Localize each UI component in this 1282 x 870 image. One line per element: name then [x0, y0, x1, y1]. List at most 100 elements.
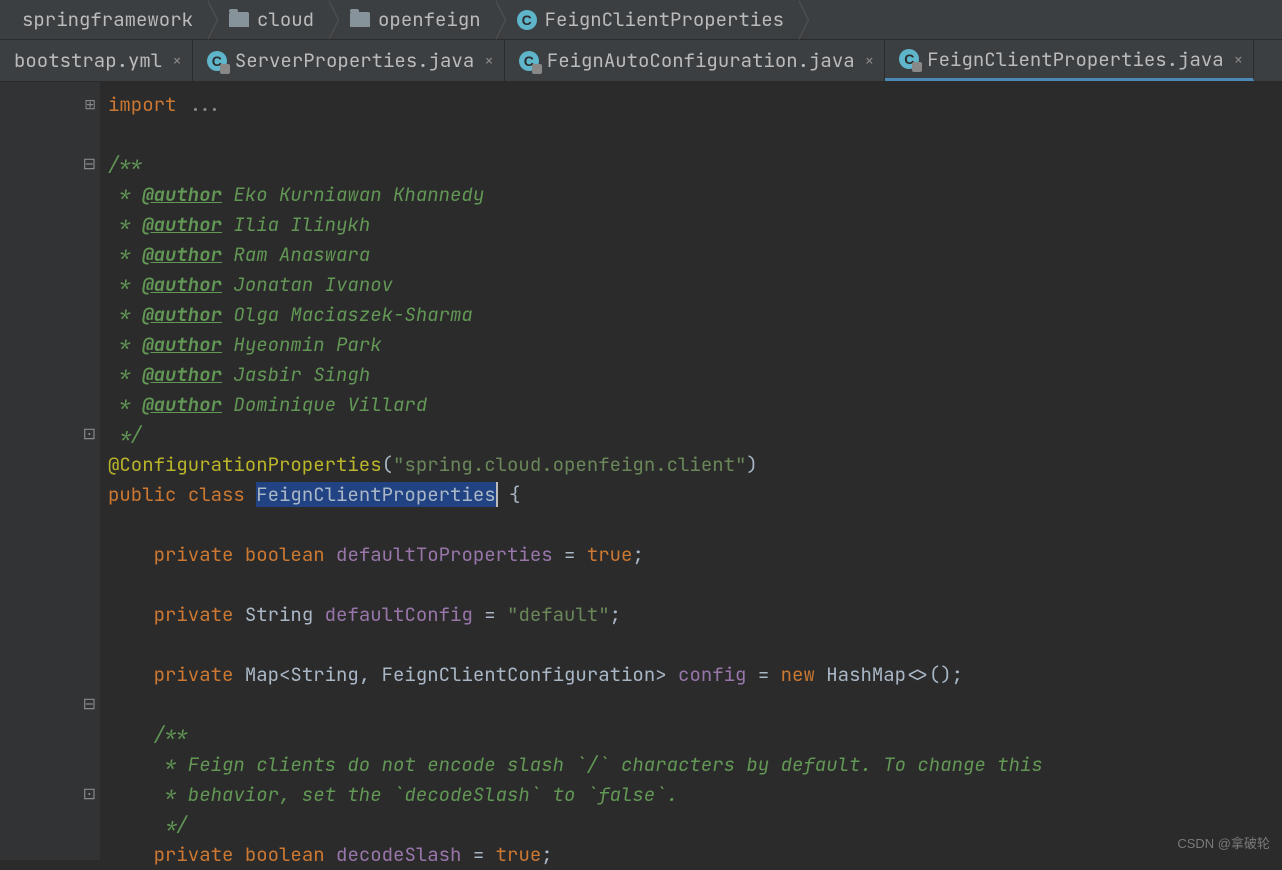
- keyword-boolean: boolean: [245, 542, 325, 567]
- field-name: defaultConfig: [325, 602, 473, 627]
- author-name: Ram Anaswara: [233, 242, 370, 267]
- lock-icon: [220, 64, 230, 74]
- lock-icon: [532, 64, 542, 74]
- javadoc-line: * Feign clients do not encode slash `/` …: [154, 752, 1043, 777]
- tab-label: bootstrap.yml: [14, 48, 162, 73]
- lock-icon: [912, 62, 922, 72]
- author-tag: @author: [142, 212, 222, 237]
- string-literal: "default": [507, 602, 610, 627]
- annotation-value: "spring.cloud.openfeign.client": [393, 452, 746, 477]
- keyword-import: import: [108, 92, 176, 117]
- breadcrumb-item-cloud[interactable]: cloud: [207, 0, 328, 39]
- author-name: Dominique Villard: [233, 392, 427, 417]
- author-name: Ilia Ilinykh: [233, 212, 370, 237]
- eq: =: [473, 602, 507, 627]
- fold-icon[interactable]: ⊟: [83, 690, 96, 720]
- semicolon: ;: [610, 602, 621, 627]
- breadcrumb-label: cloud: [257, 7, 314, 32]
- brace: {: [498, 482, 521, 507]
- type-map: Map<String, FeignClientConfiguration>: [245, 662, 667, 687]
- author-tag: @author: [142, 332, 222, 357]
- keyword-private: private: [154, 662, 234, 687]
- field-name: config: [678, 662, 746, 687]
- javadoc-open: /**: [154, 722, 188, 747]
- tab-label: ServerProperties.java: [235, 48, 474, 73]
- javadoc-star: *: [108, 362, 142, 387]
- fold-icon[interactable]: ⊟: [83, 150, 96, 180]
- javadoc-star: *: [108, 242, 142, 267]
- author-tag: @author: [142, 392, 222, 417]
- keyword-new: new: [781, 662, 815, 687]
- eq: =: [553, 542, 587, 567]
- author-tag: @author: [142, 302, 222, 327]
- breadcrumb-item-openfeign[interactable]: openfeign: [328, 0, 495, 39]
- keyword-private: private: [154, 542, 234, 567]
- class-icon: C: [207, 51, 227, 71]
- tab-bootstrap[interactable]: bootstrap.yml ×: [0, 40, 193, 81]
- author-name: Jonatan Ivanov: [233, 272, 393, 297]
- watermark: CSDN @拿破轮: [1177, 833, 1270, 852]
- close-icon[interactable]: ×: [865, 50, 875, 71]
- field-name: decodeSlash: [336, 842, 461, 867]
- tab-label: FeignClientProperties.java: [927, 47, 1223, 72]
- close-icon[interactable]: ×: [172, 50, 182, 71]
- tab-label: FeignAutoConfiguration.java: [547, 48, 855, 73]
- type-string: String: [245, 602, 313, 627]
- javadoc-close: */: [108, 422, 142, 447]
- javadoc-open: /**: [108, 152, 142, 177]
- fold-icon[interactable]: ⊡: [83, 420, 96, 450]
- javadoc-star: *: [108, 212, 142, 237]
- author-tag: @author: [142, 272, 222, 297]
- javadoc-close: */: [154, 812, 188, 837]
- eq: =: [461, 842, 495, 867]
- breadcrumb-label: FeignClientProperties: [545, 7, 784, 32]
- breadcrumb-label: springframework: [22, 7, 193, 32]
- code-area[interactable]: import ... /** * @author Eko Kurniawan K…: [100, 82, 1282, 860]
- breadcrumb-item-springframework[interactable]: springframework: [0, 0, 207, 39]
- semicolon: ;: [632, 542, 643, 567]
- editor: ⊞ ⊟ ⊡ ⊟ ⊡ import ... /** * @author Eko K…: [0, 82, 1282, 860]
- fold-icon[interactable]: ⊡: [83, 780, 96, 810]
- eq: =: [746, 662, 780, 687]
- breadcrumb-label: openfeign: [378, 7, 481, 32]
- javadoc-star: *: [108, 182, 142, 207]
- literal: true: [496, 842, 542, 867]
- author-name: Eko Kurniawan Khannedy: [233, 182, 484, 207]
- literal: true: [587, 542, 633, 567]
- javadoc-star: *: [108, 332, 142, 357]
- expand-icon[interactable]: ⊞: [84, 90, 96, 120]
- author-name: Hyeonmin Park: [233, 332, 381, 357]
- class-icon: C: [517, 10, 537, 30]
- close-icon[interactable]: ×: [484, 50, 494, 71]
- type-hashmap: HashMap<>(): [826, 662, 951, 687]
- keyword-boolean: boolean: [245, 842, 325, 867]
- ellipsis: ...: [188, 92, 222, 117]
- annotation: @ConfigurationProperties: [108, 452, 382, 477]
- tab-feignautoconfig[interactable]: C FeignAutoConfiguration.java ×: [505, 40, 885, 81]
- keyword-class: class: [188, 482, 245, 507]
- javadoc-star: *: [108, 392, 142, 417]
- keyword-private: private: [154, 602, 234, 627]
- class-icon: C: [899, 49, 919, 69]
- javadoc-star: *: [108, 302, 142, 327]
- javadoc-line: * behavior, set the `decodeSlash` to `fa…: [154, 782, 678, 807]
- keyword-private: private: [154, 842, 234, 867]
- class-name-selected: FeignClientProperties: [256, 482, 495, 507]
- breadcrumb-item-class[interactable]: C FeignClientProperties: [495, 0, 798, 39]
- tab-feignclientprops[interactable]: C FeignClientProperties.java ×: [885, 40, 1254, 81]
- folder-icon: [350, 12, 370, 27]
- author-tag: @author: [142, 242, 222, 267]
- editor-tabs: bootstrap.yml × C ServerProperties.java …: [0, 40, 1282, 82]
- author-name: Jasbir Singh: [233, 362, 370, 387]
- gutter[interactable]: ⊞ ⊟ ⊡ ⊟ ⊡: [0, 82, 100, 860]
- semicolon: ;: [952, 662, 963, 687]
- class-icon: C: [519, 51, 539, 71]
- javadoc-star: *: [108, 272, 142, 297]
- author-tag: @author: [142, 182, 222, 207]
- keyword-public: public: [108, 482, 176, 507]
- tab-serverproperties[interactable]: C ServerProperties.java ×: [193, 40, 505, 81]
- breadcrumb: springframework cloud openfeign C FeignC…: [0, 0, 1282, 40]
- field-name: defaultToProperties: [336, 542, 553, 567]
- close-icon[interactable]: ×: [1234, 49, 1244, 70]
- semicolon: ;: [541, 842, 552, 867]
